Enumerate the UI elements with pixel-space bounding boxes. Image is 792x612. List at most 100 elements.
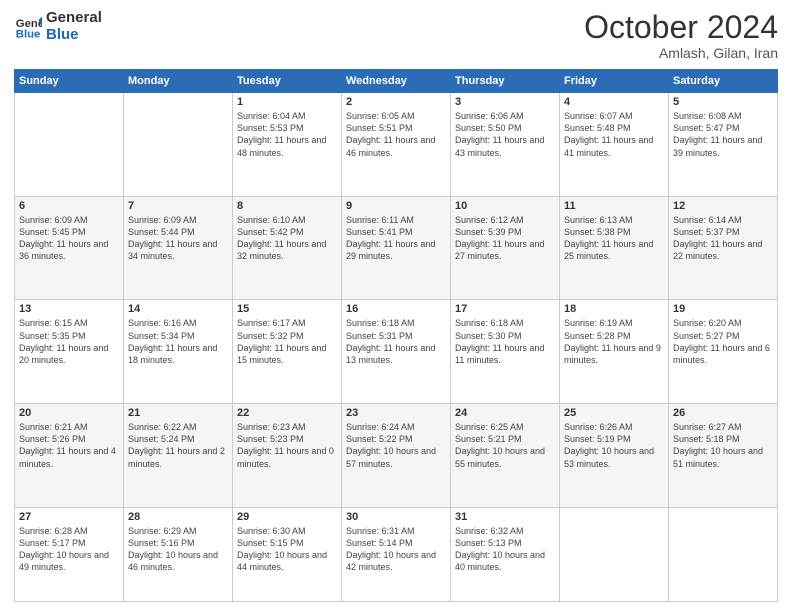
weekday-header-tuesday: Tuesday — [233, 70, 342, 93]
day-info: Sunrise: 6:17 AM Sunset: 5:32 PM Dayligh… — [237, 317, 337, 366]
day-info: Sunrise: 6:29 AM Sunset: 5:16 PM Dayligh… — [128, 525, 228, 574]
calendar-cell: 9Sunrise: 6:11 AM Sunset: 5:41 PM Daylig… — [342, 196, 451, 300]
calendar-cell: 28 Sunrise: 6:29 AM Sunset: 5:16 PM Dayli… — [124, 507, 233, 601]
calendar-cell: 25Sunrise: 6:26 AM Sunset: 5:19 PM Dayli… — [560, 404, 669, 508]
day-info: Sunrise: 6:31 AM Sunset: 5:14 PM Dayligh… — [346, 525, 446, 574]
day-number: 20 — [19, 407, 119, 419]
calendar-cell: 20 Sunrise: 6:21 AM Sunset: 5:26 PM Dayli… — [15, 404, 124, 508]
weekday-header-thursday: Thursday — [451, 70, 560, 93]
calendar-cell: 31 Sunrise: 6:32 AM Sunset: 5:13 PM Dayli… — [451, 507, 560, 601]
day-info: Sunrise: 6:27 AM Sunset: 5:18 PM Dayligh… — [673, 421, 773, 470]
calendar-cell: 14 Sunrise: 6:16 AM Sunset: 5:34 PM Dayli… — [124, 300, 233, 404]
calendar-cell: 21 Sunrise: 6:22 AM Sunset: 5:24 PM Dayli… — [124, 404, 233, 508]
day-info: Sunrise: 6:07 AM Sunset: 5:48 PM Dayligh… — [564, 110, 664, 159]
calendar-cell: 10 Sunrise: 6:12 AM Sunset: 5:39 PM Dayli… — [451, 196, 560, 300]
calendar-cell — [669, 507, 778, 601]
day-number: 10 — [455, 200, 555, 212]
calendar-table: SundayMondayTuesdayWednesdayThursdayFrid… — [14, 69, 778, 602]
calendar-cell: 19Sunrise: 6:20 AM Sunset: 5:27 PM Dayli… — [669, 300, 778, 404]
day-number: 7 — [128, 200, 228, 212]
calendar-cell: 17 Sunrise: 6:18 AM Sunset: 5:30 PM Dayli… — [451, 300, 560, 404]
day-info: Sunrise: 6:19 AM Sunset: 5:28 PM Dayligh… — [564, 317, 664, 366]
day-number: 4 — [564, 96, 664, 108]
weekday-header-wednesday: Wednesday — [342, 70, 451, 93]
day-info: Sunrise: 6:16 AM Sunset: 5:34 PM Dayligh… — [128, 317, 228, 366]
day-number: 30 — [346, 511, 446, 523]
weekday-header-row: SundayMondayTuesdayWednesdayThursdayFrid… — [15, 70, 778, 93]
calendar-cell: 30 Sunrise: 6:31 AM Sunset: 5:14 PM Dayli… — [342, 507, 451, 601]
day-info: Sunrise: 6:25 AM Sunset: 5:21 PM Dayligh… — [455, 421, 555, 470]
day-info: Sunrise: 6:21 AM Sunset: 5:26 PM Dayligh… — [19, 421, 119, 470]
day-number: 27 — [19, 511, 119, 523]
day-number: 9 — [346, 200, 446, 212]
weekday-header-saturday: Saturday — [669, 70, 778, 93]
logo-icon: General Blue — [14, 13, 42, 41]
day-info: Sunrise: 6:28 AM Sunset: 5:17 PM Dayligh… — [19, 525, 119, 574]
day-number: 28 — [128, 511, 228, 523]
calendar-cell: 26 Sunrise: 6:27 AM Sunset: 5:18 PM Dayli… — [669, 404, 778, 508]
day-info: Sunrise: 6:04 AM Sunset: 5:53 PM Dayligh… — [237, 110, 337, 159]
day-number: 22 — [237, 407, 337, 419]
calendar-cell: 5Sunrise: 6:08 AM Sunset: 5:47 PM Daylig… — [669, 93, 778, 197]
calendar-week-row: 20 Sunrise: 6:21 AM Sunset: 5:26 PM Dayli… — [15, 404, 778, 508]
day-info: Sunrise: 6:22 AM Sunset: 5:24 PM Dayligh… — [128, 421, 228, 470]
calendar-cell: 6 Sunrise: 6:09 AM Sunset: 5:45 PM Daylig… — [15, 196, 124, 300]
calendar-cell: 4 Sunrise: 6:07 AM Sunset: 5:48 PM Daylig… — [560, 93, 669, 197]
day-number: 8 — [237, 200, 337, 212]
svg-text:Blue: Blue — [16, 28, 41, 40]
day-number: 1 — [237, 96, 337, 108]
page: General Blue General Blue October 2024 A… — [0, 0, 792, 612]
day-number: 5 — [673, 96, 773, 108]
day-info: Sunrise: 6:24 AM Sunset: 5:22 PM Dayligh… — [346, 421, 446, 470]
day-info: Sunrise: 6:18 AM Sunset: 5:30 PM Dayligh… — [455, 317, 555, 366]
day-info: Sunrise: 6:12 AM Sunset: 5:39 PM Dayligh… — [455, 214, 555, 263]
day-number: 6 — [19, 200, 119, 212]
day-info: Sunrise: 6:14 AM Sunset: 5:37 PM Dayligh… — [673, 214, 773, 263]
day-info: Sunrise: 6:26 AM Sunset: 5:19 PM Dayligh… — [564, 421, 664, 470]
day-number: 15 — [237, 303, 337, 315]
day-number: 24 — [455, 407, 555, 419]
calendar-cell: 15 Sunrise: 6:17 AM Sunset: 5:32 PM Dayli… — [233, 300, 342, 404]
day-number: 14 — [128, 303, 228, 315]
calendar-cell: 2Sunrise: 6:05 AM Sunset: 5:51 PM Daylig… — [342, 93, 451, 197]
calendar-cell: 3Sunrise: 6:06 AM Sunset: 5:50 PM Daylig… — [451, 93, 560, 197]
calendar-cell: 23 Sunrise: 6:24 AM Sunset: 5:22 PM Dayli… — [342, 404, 451, 508]
day-number: 11 — [564, 200, 664, 212]
day-number: 21 — [128, 407, 228, 419]
calendar-week-row: 6 Sunrise: 6:09 AM Sunset: 5:45 PM Daylig… — [15, 196, 778, 300]
logo-text-general: General — [46, 10, 102, 27]
day-info: Sunrise: 6:06 AM Sunset: 5:50 PM Dayligh… — [455, 110, 555, 159]
calendar-cell: 16Sunrise: 6:18 AM Sunset: 5:31 PM Dayli… — [342, 300, 451, 404]
calendar-cell: 18Sunrise: 6:19 AM Sunset: 5:28 PM Dayli… — [560, 300, 669, 404]
calendar-cell — [124, 93, 233, 197]
day-info: Sunrise: 6:09 AM Sunset: 5:45 PM Dayligh… — [19, 214, 119, 263]
calendar-cell: 24 Sunrise: 6:25 AM Sunset: 5:21 PM Dayli… — [451, 404, 560, 508]
day-info: Sunrise: 6:09 AM Sunset: 5:44 PM Dayligh… — [128, 214, 228, 263]
day-info: Sunrise: 6:30 AM Sunset: 5:15 PM Dayligh… — [237, 525, 337, 574]
calendar-week-row: 27 Sunrise: 6:28 AM Sunset: 5:17 PM Dayli… — [15, 507, 778, 601]
day-info: Sunrise: 6:10 AM Sunset: 5:42 PM Dayligh… — [237, 214, 337, 263]
day-number: 17 — [455, 303, 555, 315]
logo-text-blue: Blue — [46, 27, 102, 44]
day-info: Sunrise: 6:15 AM Sunset: 5:35 PM Dayligh… — [19, 317, 119, 366]
day-info: Sunrise: 6:23 AM Sunset: 5:23 PM Dayligh… — [237, 421, 337, 470]
day-info: Sunrise: 6:13 AM Sunset: 5:38 PM Dayligh… — [564, 214, 664, 263]
calendar-cell: 22 Sunrise: 6:23 AM Sunset: 5:23 PM Dayli… — [233, 404, 342, 508]
day-number: 26 — [673, 407, 773, 419]
weekday-header-sunday: Sunday — [15, 70, 124, 93]
calendar-cell: 11 Sunrise: 6:13 AM Sunset: 5:38 PM Dayli… — [560, 196, 669, 300]
calendar-cell: 27 Sunrise: 6:28 AM Sunset: 5:17 PM Dayli… — [15, 507, 124, 601]
weekday-header-monday: Monday — [124, 70, 233, 93]
day-number: 31 — [455, 511, 555, 523]
day-number: 23 — [346, 407, 446, 419]
calendar-cell: 8 Sunrise: 6:10 AM Sunset: 5:42 PM Daylig… — [233, 196, 342, 300]
day-number: 29 — [237, 511, 337, 523]
day-number: 12 — [673, 200, 773, 212]
day-info: Sunrise: 6:20 AM Sunset: 5:27 PM Dayligh… — [673, 317, 773, 366]
month-title: October 2024 — [584, 10, 778, 45]
day-info: Sunrise: 6:32 AM Sunset: 5:13 PM Dayligh… — [455, 525, 555, 574]
day-number: 13 — [19, 303, 119, 315]
calendar-cell — [15, 93, 124, 197]
calendar-week-row: 1 Sunrise: 6:04 AM Sunset: 5:53 PM Daylig… — [15, 93, 778, 197]
day-number: 2 — [346, 96, 446, 108]
